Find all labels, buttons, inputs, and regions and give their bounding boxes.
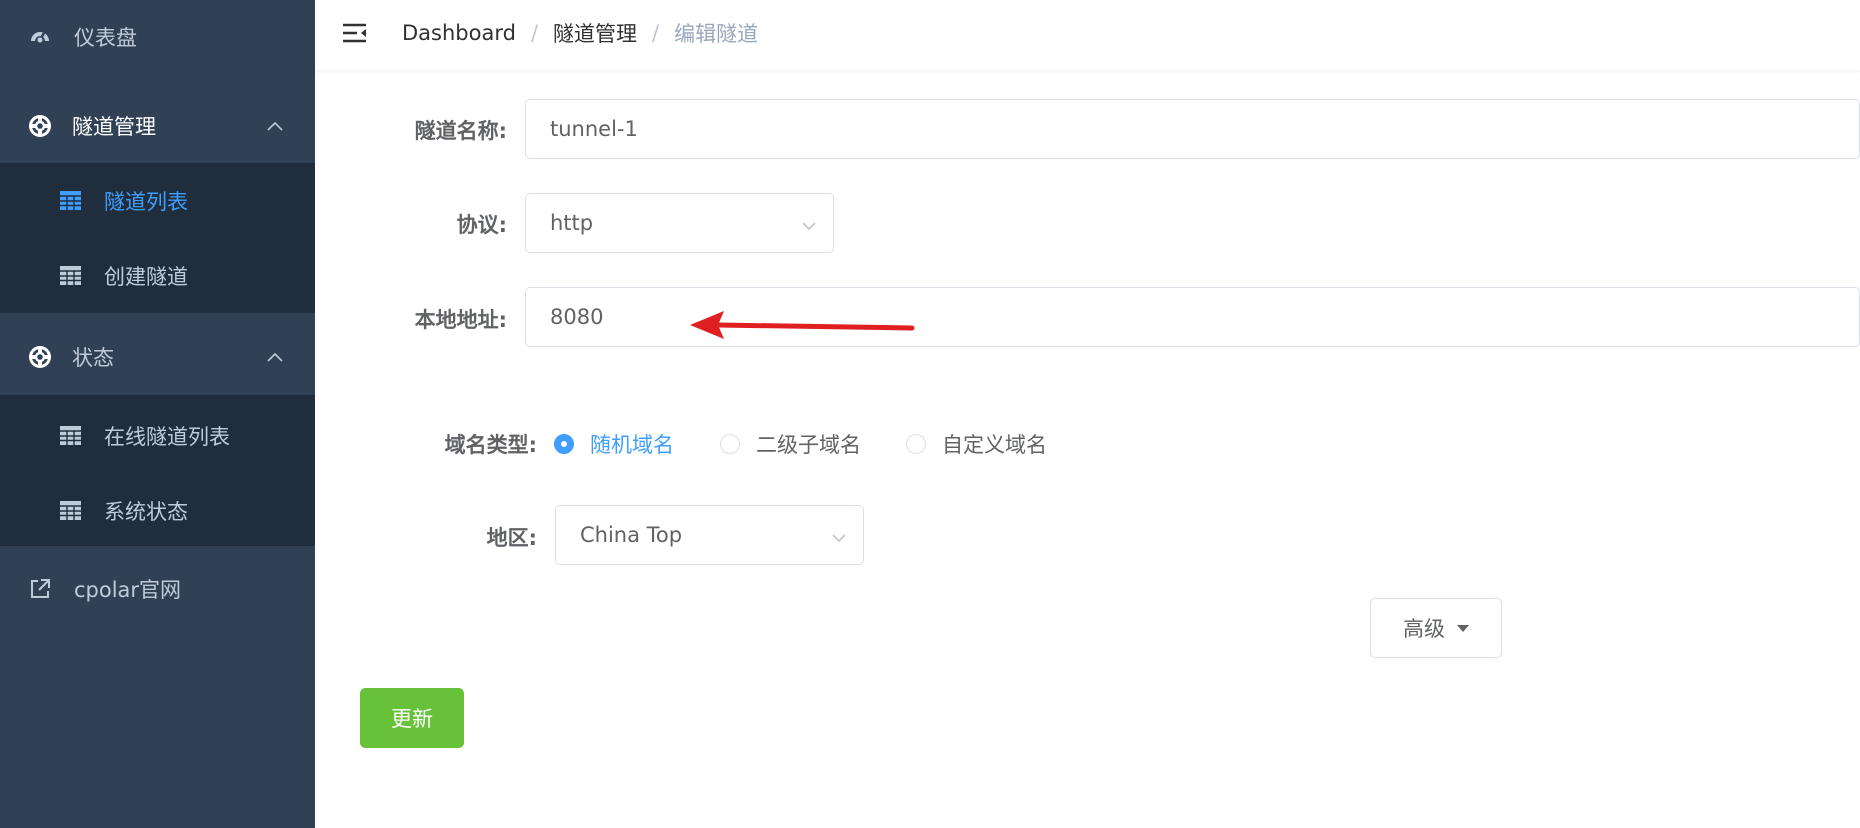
sidebar-item-label: 创建隧道 [104, 264, 188, 289]
radio-circle [720, 434, 740, 454]
update-button[interactable]: 更新 [360, 688, 464, 748]
local-address-value: 8080 [550, 305, 604, 329]
radio-random-domain[interactable]: 随机域名 [554, 429, 674, 459]
lifebuoy-icon [29, 115, 51, 137]
hamburger-icon[interactable] [341, 19, 369, 47]
protocol-value: http [550, 211, 594, 235]
domain-type-label: 域名类型: [444, 433, 537, 457]
chevron-down-icon [801, 215, 817, 231]
grid-icon [60, 425, 81, 446]
tunnel-name-label: 隧道名称: [414, 119, 507, 143]
breadcrumb-separator: / [652, 21, 660, 45]
tunnel-name-input[interactable]: tunnel-1 [525, 99, 1860, 159]
submenu-title-label: 隧道管理 [72, 115, 156, 139]
region-value: China Top [580, 523, 683, 547]
radio-subdomain[interactable]: 二级子域名 [720, 429, 861, 459]
tunnel-name-value: tunnel-1 [550, 117, 638, 141]
breadcrumb-tunnel-management[interactable]: 隧道管理 [553, 18, 637, 48]
chevron-up-icon [265, 347, 285, 367]
region-select[interactable]: China Top [555, 505, 864, 565]
lifebuoy-icon [29, 346, 51, 368]
update-label: 更新 [391, 707, 433, 731]
protocol-label: 协议: [456, 213, 507, 237]
grid-icon [60, 500, 81, 521]
submenu-status[interactable]: 状态 [0, 320, 315, 394]
sidebar-item-cpolar-site[interactable]: cpolar官网 [0, 552, 315, 626]
sidebar-item-label: 系统状态 [104, 499, 188, 524]
chevron-up-icon [265, 116, 285, 136]
caret-down-icon [1457, 624, 1469, 632]
radio-label: 自定义域名 [942, 433, 1047, 457]
sidebar-item-online-tunnels[interactable]: 在线隧道列表 [0, 398, 315, 473]
sidebar-item-label: 隧道列表 [104, 189, 188, 214]
radio-custom-domain[interactable]: 自定义域名 [906, 429, 1047, 459]
region-label: 地区: [486, 526, 537, 550]
local-address-label: 本地地址: [414, 308, 507, 332]
grid-icon [60, 265, 81, 286]
radio-label: 随机域名 [590, 433, 674, 457]
breadcrumb-dashboard[interactable]: Dashboard [402, 21, 516, 45]
protocol-select[interactable]: http [525, 193, 834, 253]
sidebar-item-label: cpolar官网 [74, 578, 182, 602]
submenu-title-label: 状态 [72, 346, 114, 370]
submenu-tunnel-management[interactable]: 隧道管理 [0, 89, 315, 163]
breadcrumb: Dashboard / 隧道管理 / 编辑隧道 [402, 18, 758, 48]
radio-circle [906, 434, 926, 454]
breadcrumb-separator: / [530, 21, 539, 45]
sidebar-item-create-tunnel[interactable]: 创建隧道 [0, 238, 315, 313]
advanced-button[interactable]: 高级 [1370, 598, 1502, 658]
navbar: Dashboard / 隧道管理 / 编辑隧道 [315, 0, 1860, 70]
sidebar-item-label: 在线隧道列表 [104, 424, 230, 449]
external-link-icon [29, 578, 51, 600]
sidebar-item-tunnel-list[interactable]: 隧道列表 [0, 163, 315, 238]
annotation-arrow [690, 311, 915, 339]
sidebar: 仪表盘 隧道管理 隧道列表 创建隧道 状态 在线隧道列表 系统状态 cpolar… [0, 0, 315, 828]
sidebar-item-label: 仪表盘 [74, 26, 137, 50]
grid-icon [60, 190, 81, 211]
radio-label: 二级子域名 [756, 433, 861, 457]
radio-circle [554, 434, 574, 454]
advanced-label: 高级 [1403, 617, 1445, 641]
dashboard-icon [29, 26, 51, 48]
breadcrumb-edit-tunnel: 编辑隧道 [674, 22, 759, 46]
chevron-down-icon [831, 527, 847, 543]
sidebar-item-system-status[interactable]: 系统状态 [0, 473, 315, 548]
sidebar-item-dashboard[interactable]: 仪表盘 [0, 0, 315, 74]
